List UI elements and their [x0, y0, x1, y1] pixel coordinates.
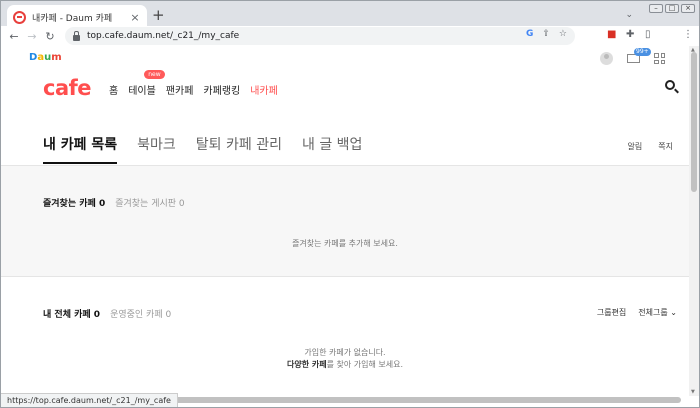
mycafe-tabs: 내 카페 목록 북마크 탈퇴 카페 관리 내 글 백업 [43, 134, 362, 164]
favorites-empty-message: 즐겨찾는 카페를 추가해 보세요. [292, 239, 398, 248]
various-cafes-link[interactable]: 다양한 카페 [287, 360, 327, 369]
address-bar[interactable]: top.cafe.daum.net/_c21_/my_cafe G ⇪ ☆ [65, 27, 575, 45]
favorites-section: 즐겨찾는 카페 0 즐겨찾는 게시판 0 즐겨찾는 카페를 추가해 보세요. [1, 165, 689, 277]
close-window-button[interactable]: × [681, 4, 695, 13]
scrollbar-thumb[interactable] [691, 52, 697, 192]
tab-title: 내카페 - Daum 카페 [32, 13, 113, 24]
nav-table-label: 테이블 [128, 86, 156, 97]
group-tools: 그룹편집 전체그룹 ⌄ [597, 307, 677, 318]
favorites-board-tab[interactable]: 즐겨찾는 게시판 0 [115, 196, 184, 209]
url-text[interactable]: top.cafe.daum.net/_c21_/my_cafe [87, 31, 239, 41]
avatar-icon[interactable] [600, 52, 613, 65]
nav-fancafe[interactable]: 팬카페 [166, 82, 194, 97]
new-tab-button[interactable]: + [152, 8, 165, 23]
empty-line-2: 다양한 카페를 찾아 가입해 보세요. [1, 359, 689, 371]
nav-ranking[interactable]: 카페랭킹 [203, 82, 240, 97]
cafe-logo[interactable]: cafe [43, 76, 92, 100]
back-icon[interactable]: ← [5, 30, 23, 43]
tab-left-cafe[interactable]: 탈퇴 카페 관리 [196, 134, 282, 164]
nav-table[interactable]: 테이블 new [128, 70, 165, 97]
extensions-puzzle-icon[interactable]: ✚ [626, 29, 634, 40]
mail-icon[interactable]: 99+ [627, 48, 651, 63]
global-nav: 홈 테이블 new 팬카페 카페랭킹 내카페 [109, 70, 278, 97]
tab-bookmark[interactable]: 북마크 [137, 134, 176, 164]
nav-mycafe[interactable]: 내카페 [250, 82, 278, 97]
window-controls: – □ × [649, 4, 695, 13]
share-icon[interactable]: ⇪ [542, 29, 550, 39]
tab-post-backup[interactable]: 내 글 백업 [302, 134, 362, 164]
lock-icon[interactable] [73, 30, 80, 41]
menu-kebab-icon[interactable]: ⋮ [683, 29, 693, 40]
daum-logo[interactable]: Daum [29, 52, 62, 63]
search-icon[interactable] [665, 80, 675, 90]
empty-line-2-rest: 를 찾아 가입해 보세요. [326, 360, 403, 369]
group-select-dropdown[interactable]: 전체그룹 ⌄ [638, 307, 677, 318]
tab-my-cafe-list[interactable]: 내 카페 목록 [43, 134, 118, 164]
group-select-label: 전체그룹 [638, 308, 668, 317]
maximize-button[interactable]: □ [665, 4, 679, 13]
operating-cafes-tab[interactable]: 운영중인 카페 0 [110, 307, 171, 320]
forward-icon[interactable]: → [23, 30, 41, 43]
notifications-link[interactable]: 알림 [628, 141, 643, 152]
vertical-scrollbar[interactable]: ▲ ▼ [689, 46, 699, 396]
scroll-down-icon[interactable]: ▼ [691, 389, 695, 395]
empty-line-1: 가입한 카페가 없습니다. [304, 348, 386, 357]
top-utility-icons: 99+ [600, 48, 665, 65]
daum-cafe-favicon-icon [13, 10, 26, 24]
tab-close-icon[interactable]: × [129, 11, 141, 24]
tab-search-chevron-icon[interactable]: ⌄ [625, 10, 633, 20]
reload-icon[interactable]: ↻ [41, 30, 59, 43]
mail-count-badge: 99+ [634, 48, 651, 56]
bookmark-star-icon[interactable]: ☆ [559, 29, 567, 39]
side-links: 알림 쪽지 [628, 141, 673, 152]
extension-red-icon[interactable]: ■ [607, 29, 616, 40]
tab-strip: 내카페 - Daum 카페 × + ⌄ – □ × [1, 1, 699, 29]
google-icon[interactable]: G [526, 29, 533, 39]
new-badge: new [144, 70, 165, 79]
horizontal-scrollbar-thumb[interactable] [135, 397, 681, 403]
browser-window: 내카페 - Daum 카페 × + ⌄ – □ × ← → ↻ top.cafe… [0, 0, 700, 408]
messages-link[interactable]: 쪽지 [658, 141, 673, 152]
omnibox-actions: G ⇪ ☆ [526, 29, 567, 39]
browser-toolbar: ← → ↻ top.cafe.daum.net/_c21_/my_cafe G … [1, 26, 699, 46]
group-edit-button[interactable]: 그룹편집 [597, 307, 626, 318]
all-cafes-tab[interactable]: 내 전체 카페 0 [43, 307, 100, 320]
service-grid-icon[interactable] [654, 53, 665, 64]
all-cafes-empty-message: 가입한 카페가 없습니다. 다양한 카페를 찾아 가입해 보세요. [1, 347, 689, 371]
all-cafes-header: 내 전체 카페 0 운영중인 카페 0 [43, 307, 171, 320]
page-content: Daum 99+ cafe 홈 테이블 new 팬카페 카페랭킹 내카페 내 카페… [1, 46, 689, 396]
favorites-cafe-tab[interactable]: 즐겨찾는 카페 0 [43, 196, 105, 209]
minimize-button[interactable]: – [649, 4, 663, 13]
chevron-down-icon: ⌄ [670, 308, 677, 317]
side-panel-icon[interactable]: ▯ [645, 29, 651, 40]
status-bar-url: https://top.cafe.daum.net/_c21_/my_cafe [1, 393, 178, 407]
nav-home[interactable]: 홈 [109, 82, 118, 97]
favorites-header: 즐겨찾는 카페 0 즐겨찾는 게시판 0 [43, 196, 185, 209]
